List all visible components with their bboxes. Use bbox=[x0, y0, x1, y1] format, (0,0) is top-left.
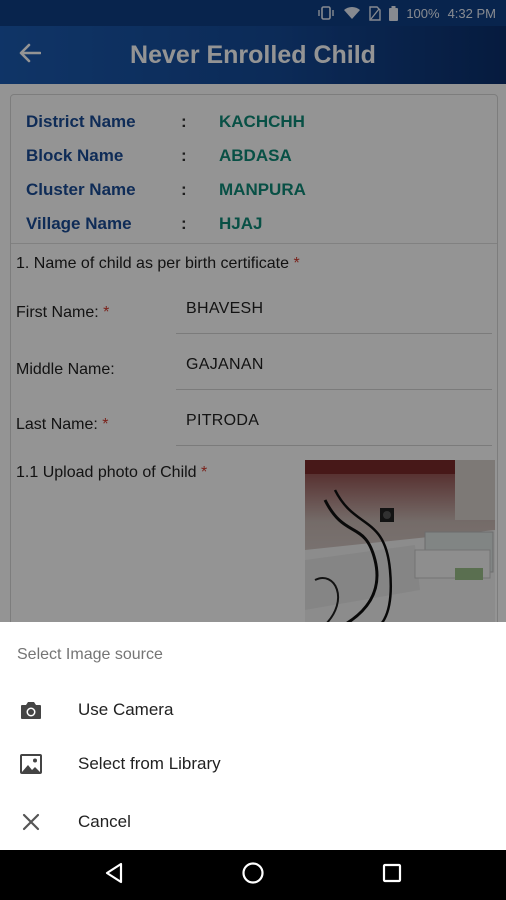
system-nav-bar bbox=[0, 850, 506, 900]
cancel-label: Cancel bbox=[78, 812, 131, 831]
image-icon bbox=[0, 753, 62, 775]
home-circle-icon bbox=[241, 861, 265, 890]
camera-icon bbox=[0, 700, 62, 720]
nav-back-button[interactable] bbox=[89, 850, 139, 900]
nav-recents-button[interactable] bbox=[367, 850, 417, 900]
image-source-sheet: Select Image source Use Camera Select fr… bbox=[0, 622, 506, 850]
select-library-option[interactable]: Select from Library bbox=[0, 738, 506, 790]
sheet-title: Select Image source bbox=[17, 646, 163, 663]
dim-overlay[interactable] bbox=[0, 0, 506, 622]
use-camera-option[interactable]: Use Camera bbox=[0, 684, 506, 736]
back-triangle-icon bbox=[104, 862, 124, 889]
cancel-option[interactable]: Cancel bbox=[0, 796, 506, 848]
select-library-label: Select from Library bbox=[78, 754, 221, 773]
recents-square-icon bbox=[382, 863, 402, 888]
close-icon bbox=[0, 813, 62, 831]
nav-home-button[interactable] bbox=[228, 850, 278, 900]
use-camera-label: Use Camera bbox=[78, 700, 174, 719]
